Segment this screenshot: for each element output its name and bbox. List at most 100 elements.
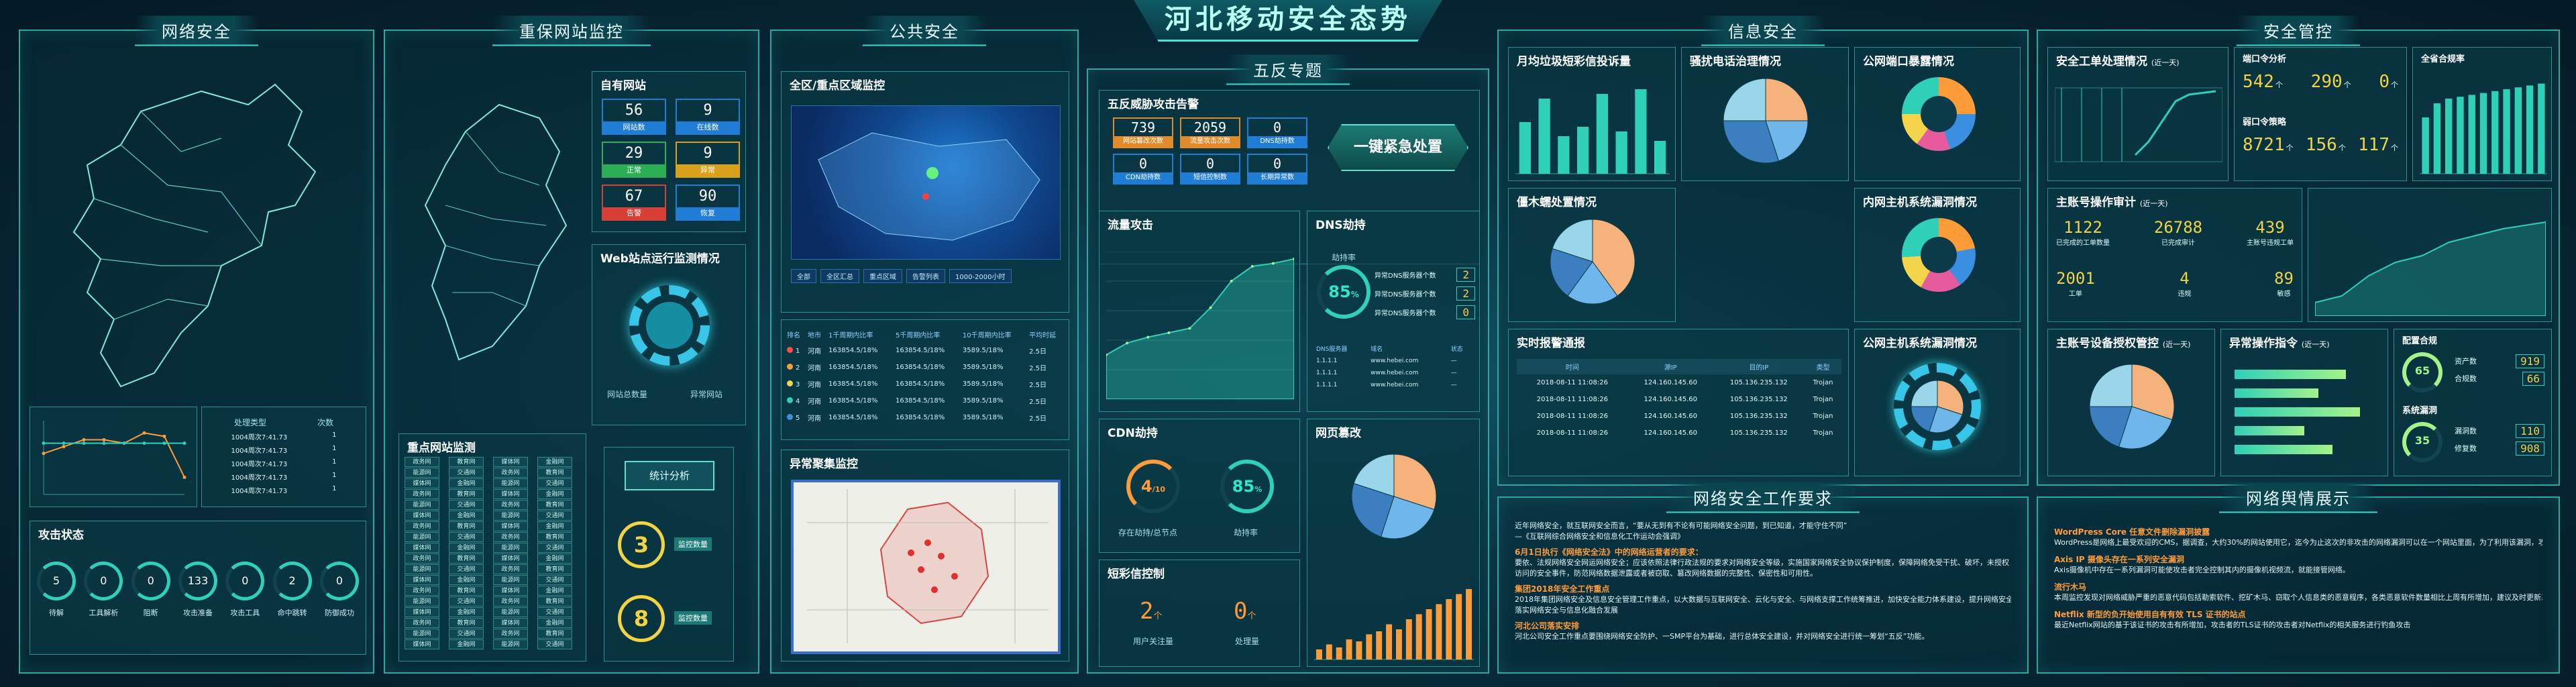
vuln-title: 系统漏洞	[2402, 406, 2438, 416]
key-site-button[interactable]: 金融网	[449, 543, 484, 553]
key-site-button[interactable]: 金融网	[449, 511, 484, 521]
stats-button[interactable]: 统计分析	[625, 461, 714, 490]
audit-label: 违规	[2178, 290, 2192, 298]
key-site-button[interactable]: 媒体网	[493, 618, 528, 628]
key-site-button[interactable]: 教育网	[449, 457, 484, 467]
work-req-text: 2018年集团网络安全及信息安全管理工作重点，以大数据与互联网安全、云化与安全、…	[1515, 595, 2011, 604]
key-site-button[interactable]: 能源网	[405, 596, 439, 606]
key-site-button[interactable]: 媒体网	[405, 511, 439, 521]
key-site-button[interactable]: 媒体网	[405, 575, 439, 585]
key-site-button[interactable]: 交通网	[537, 543, 572, 553]
key-site-button[interactable]: 能源网	[493, 607, 528, 617]
five-anti-value: 739	[1130, 119, 1156, 136]
region-tab[interactable]: 告警列表	[906, 269, 945, 283]
audit-value: 439	[2255, 218, 2285, 237]
region-tab[interactable]: 重点区域	[863, 269, 902, 283]
region-tab[interactable]: 全部	[791, 269, 816, 283]
emergency-button[interactable]: 一键紧急处置	[1328, 124, 1468, 171]
key-site-button[interactable]: 能源网	[405, 532, 439, 542]
key-site-button[interactable]: 能源网	[405, 500, 439, 510]
key-site-button[interactable]: 交通网	[449, 468, 484, 478]
key-site-button[interactable]: 政务网	[493, 564, 528, 574]
region-tab[interactable]: 1000-2000小时	[949, 269, 1012, 283]
key-site-button[interactable]: 政务网	[493, 500, 528, 510]
key-site-button[interactable]: 教育网	[537, 468, 572, 478]
own-site-value: 9	[703, 145, 712, 162]
key-site-button[interactable]: 交通网	[449, 596, 484, 606]
key-site-button[interactable]: 能源网	[405, 468, 439, 478]
key-site-button[interactable]: 政务网	[405, 618, 439, 628]
mini-table-row: 1004周次7:41.73 1	[209, 445, 359, 458]
key-site-button[interactable]: 交通网	[537, 639, 572, 649]
key-site-button[interactable]: 金融网	[449, 575, 484, 585]
key-site-button[interactable]: 政务网	[493, 532, 528, 542]
key-site-button[interactable]: 交通网	[449, 564, 484, 574]
key-site-button[interactable]: 政务网	[493, 468, 528, 478]
key-site-button[interactable]: 媒体网	[405, 607, 439, 617]
key-site-button[interactable]: 教育网	[537, 532, 572, 542]
key-site-button[interactable]: 金融网	[537, 457, 572, 467]
key-site-button[interactable]: 能源网	[405, 564, 439, 574]
key-site-button[interactable]: 媒体网	[405, 639, 439, 649]
key-site-button[interactable]: 交通网	[449, 629, 484, 639]
cdn-hijack-box: CDN劫持 4/10 85% 存在劫持/总节点 劫持率	[1099, 419, 1300, 553]
key-site-button[interactable]: 金融网	[449, 478, 484, 488]
key-site-button[interactable]: 金融网	[449, 639, 484, 649]
attack-status-label: 攻击准备	[182, 609, 213, 617]
key-site-button[interactable]: 交通网	[537, 575, 572, 585]
kv-row: 漏洞数 110	[2455, 422, 2544, 439]
key-site-button[interactable]: 金融网	[537, 489, 572, 499]
bar	[1558, 136, 1570, 174]
side-counter-ring: 3	[618, 521, 665, 568]
key-site-button[interactable]: 政务网	[493, 596, 528, 606]
region-tab[interactable]: 全区汇总	[820, 269, 859, 283]
cdn-value-1: 4	[1140, 477, 1152, 496]
key-site-button[interactable]: 交通网	[449, 500, 484, 510]
kv-label: 资产数	[2455, 357, 2477, 366]
key-site-button[interactable]: 交通网	[537, 511, 572, 521]
key-site-button[interactable]: 媒体网	[405, 543, 439, 553]
key-site-button[interactable]: 金融网	[537, 618, 572, 628]
key-site-button[interactable]: 媒体网	[493, 586, 528, 596]
key-site-button[interactable]: 能源网	[493, 543, 528, 553]
key-site-button[interactable]: 媒体网	[493, 553, 528, 564]
five-anti-label: 短信控制数	[1181, 172, 1239, 183]
key-site-button[interactable]: 媒体网	[493, 489, 528, 499]
key-site-button[interactable]: 教育网	[537, 500, 572, 510]
work-req-heading: 河北公司落实安排	[1515, 621, 1580, 631]
key-site-button[interactable]: 媒体网	[493, 521, 528, 531]
key-site-button[interactable]: 教育网	[449, 553, 484, 564]
series-point	[62, 441, 66, 445]
key-site-button[interactable]: 金融网	[449, 607, 484, 617]
dns-row: 异常DNS服务器个数 2	[1375, 265, 1475, 284]
sms-value-2-num: 0	[1234, 598, 1248, 625]
key-site-button[interactable]: 政务网	[493, 629, 528, 639]
key-site-button[interactable]: 能源网	[493, 639, 528, 649]
key-site-button[interactable]: 金融网	[537, 553, 572, 564]
key-site-button[interactable]: 交通网	[537, 478, 572, 488]
key-site-button[interactable]: 能源网	[493, 478, 528, 488]
mini-table-cell: 1004周次7:41.73	[231, 488, 288, 495]
key-site-button[interactable]: 能源网	[493, 575, 528, 585]
key-site-button[interactable]: 教育网	[537, 596, 572, 606]
key-site-button[interactable]: 教育网	[449, 618, 484, 628]
key-site-button[interactable]: 媒体网	[493, 457, 528, 467]
key-site-button[interactable]: 政务网	[405, 553, 439, 564]
key-site-button[interactable]: 政务网	[405, 586, 439, 596]
key-site-button[interactable]: 媒体网	[405, 478, 439, 488]
key-site-button[interactable]: 交通网	[537, 607, 572, 617]
key-site-button[interactable]: 政务网	[405, 521, 439, 531]
key-site-button[interactable]: 能源网	[493, 511, 528, 521]
key-site-button[interactable]: 政务网	[405, 489, 439, 499]
key-site-button[interactable]: 教育网	[537, 564, 572, 574]
key-site-button[interactable]: 金融网	[537, 521, 572, 531]
key-site-button[interactable]: 教育网	[449, 521, 484, 531]
key-site-button[interactable]: 教育网	[449, 586, 484, 596]
work-req-heading: 6月1日执行《网络安全法》中的网络运营者的要求：	[1515, 547, 1703, 557]
key-site-button[interactable]: 教育网	[537, 629, 572, 639]
key-site-button[interactable]: 能源网	[405, 629, 439, 639]
key-site-button[interactable]: 政务网	[405, 457, 439, 467]
key-site-button[interactable]: 金融网	[537, 586, 572, 596]
key-site-button[interactable]: 教育网	[449, 489, 484, 499]
key-site-button[interactable]: 交通网	[449, 532, 484, 542]
